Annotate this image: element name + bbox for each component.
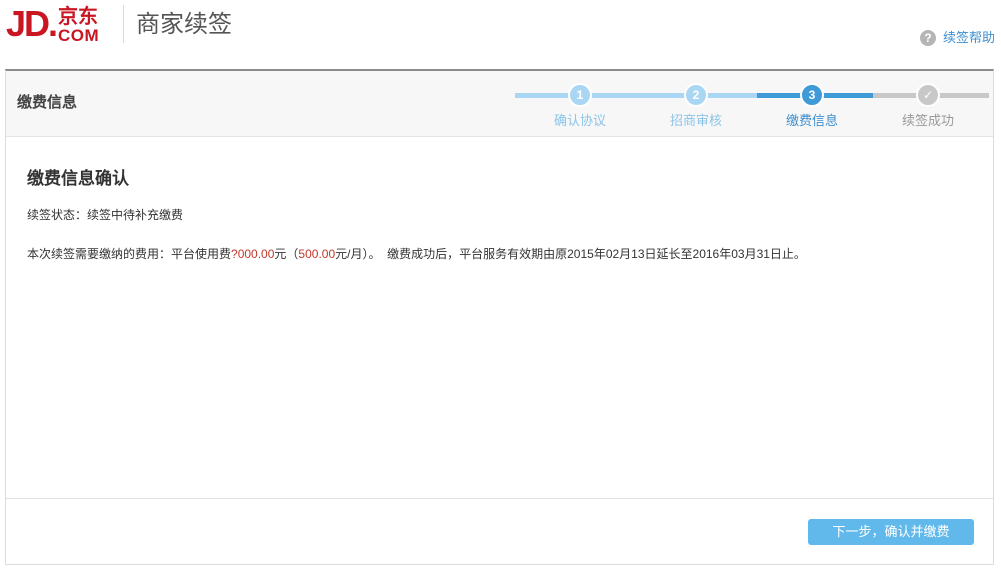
step-2-label: 招商审核 (669, 113, 722, 128)
panel-footer: 下一步，确认并缴费 (6, 498, 993, 565)
logo-jd-text: JD. (6, 3, 58, 44)
step-2-badge: 2 (684, 83, 708, 107)
renewal-status: 续签状态：续签中待补充缴费 (27, 206, 183, 224)
fee-monthly: 500.00 (298, 247, 336, 261)
step-confirm-agreement: 1 确认协议 (522, 83, 638, 130)
fee-monthly-unit: 元/月）。 (335, 247, 381, 261)
step-4-label: 续签成功 (901, 113, 954, 128)
fee-after: 缴费成功后，平台服务有效期由原2015年02月13日延长至2016年03月31日… (380, 247, 806, 261)
check-icon: ✓ (916, 83, 940, 107)
help-label: 续签帮助 (942, 30, 995, 45)
step-review: 2 招商审核 (638, 83, 754, 130)
fee-amount: ?000.00 (231, 247, 275, 261)
panel-header: 缴费信息 1 确认协议 2 招商审核 3 缴费信息 ✓ 续签成功 (6, 71, 993, 137)
logo-right: 京东 COM (58, 5, 99, 44)
logo-cn-text: 京东 (58, 4, 99, 28)
status-label: 续签状态： (27, 208, 88, 222)
step-1-label: 确认协议 (553, 113, 606, 128)
main-panel: 缴费信息 1 确认协议 2 招商审核 3 缴费信息 ✓ 续签成功 缴费信息确认 … (5, 69, 994, 565)
help-link[interactable]: ? 续签帮助 (919, 29, 995, 47)
page-header: JD. 京东 COM 商家续签 ? 续签帮助 (0, 0, 1001, 70)
fee-prefix: 本次续签需要缴纳的费用：平台使用费 (27, 247, 232, 261)
help-question-icon: ? (919, 30, 936, 46)
step-success: ✓ 续签成功 (870, 83, 986, 130)
step-3-badge: 3 (800, 83, 824, 107)
step-3-label: 缴费信息 (785, 113, 838, 128)
logo-divider (123, 5, 124, 43)
status-value: 续签中待补充缴费 (87, 208, 184, 222)
fee-description: 本次续签需要缴纳的费用：平台使用费?000.00元（500.00元/月）。 缴费… (27, 245, 806, 263)
logo-com-text: COM (58, 26, 100, 45)
step-1-badge: 1 (568, 83, 592, 107)
panel-content: 缴费信息确认 续签状态：续签中待补充缴费 本次续签需要缴纳的费用：平台使用费?0… (27, 167, 967, 261)
step-payment-info: 3 缴费信息 (754, 83, 870, 130)
fee-unit: 元（ (274, 247, 299, 261)
progress-steps: 1 确认协议 2 招商审核 3 缴费信息 ✓ 续签成功 (515, 83, 989, 133)
app-title: 商家续签 (136, 10, 232, 38)
next-confirm-pay-button[interactable]: 下一步，确认并缴费 (808, 519, 974, 545)
panel-title: 缴费信息 (17, 94, 78, 111)
jd-logo[interactable]: JD. 京东 COM (6, 4, 99, 46)
section-title: 缴费信息确认 (27, 169, 129, 188)
